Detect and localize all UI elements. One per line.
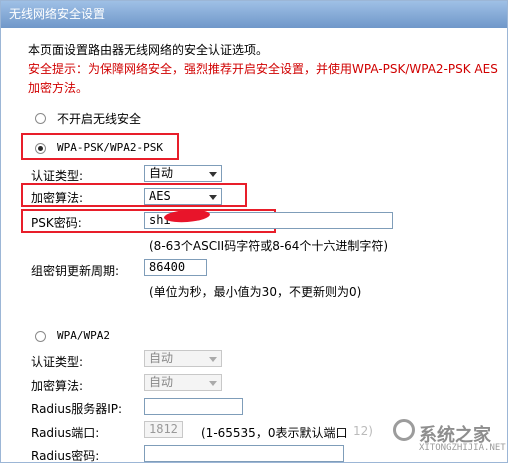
psk-encryption-select[interactable]: AES	[144, 188, 222, 205]
radius-port-input[interactable]: 1812	[144, 421, 183, 438]
chevron-down-icon	[209, 381, 217, 386]
psk-auth-type-label: 认证类型:	[31, 169, 84, 183]
radius-port-hint: (1-65535，0表示默认端口	[201, 426, 348, 440]
wpa-encryption-select[interactable]: 自动	[144, 374, 222, 391]
psk-auth-type-value: 自动	[149, 166, 174, 180]
radius-password-label: Radius密码:	[31, 449, 100, 463]
radio-wpa-psk[interactable]	[35, 143, 46, 154]
wpa-auth-type-select[interactable]: 自动	[144, 350, 222, 367]
intro-text: 本页面设置路由器无线网络的安全认证选项。	[28, 43, 269, 57]
wpa-label: WPA/WPA2	[57, 329, 110, 342]
psk-encryption-value: AES	[149, 189, 171, 203]
wpa-psk-label: WPA-PSK/WPA2-PSK	[57, 141, 163, 154]
security-tip-line2: 加密方法。	[28, 81, 89, 95]
psk-auth-type-select[interactable]: 自动	[144, 165, 222, 182]
chevron-down-icon	[209, 195, 217, 200]
rekey-period-label: 组密钥更新周期:	[31, 264, 120, 278]
chevron-down-icon	[209, 172, 217, 177]
wpa-auth-type-value: 自动	[149, 351, 174, 365]
radio-security-off[interactable]	[35, 113, 46, 124]
radius-password-input[interactable]	[144, 445, 344, 462]
rekey-period-hint: (单位为秒，最小值为30，不更新则为0)	[149, 285, 362, 299]
radio-wpa[interactable]	[35, 331, 46, 342]
wpa-encryption-label: 加密算法:	[31, 379, 84, 393]
wpa-auth-type-label: 认证类型:	[31, 355, 84, 369]
panel-title: 无线网络安全设置	[1, 1, 507, 28]
rekey-period-input[interactable]: 86400	[144, 259, 207, 276]
security-tip-line1: 安全提示：为保障网络安全，强烈推荐开启安全设置，并使用WPA-PSK/WPA2-…	[28, 62, 498, 76]
watermark-logo-icon	[393, 419, 415, 441]
radius-port-hint-tail: 12)	[353, 424, 373, 438]
radius-port-label: Radius端口:	[31, 426, 100, 440]
psk-encryption-label: 加密算法:	[31, 191, 84, 205]
security-off-label: 不开启无线安全	[57, 112, 142, 126]
psk-password-hint: (8-63个ASCII码字符或8-64个十六进制字符)	[149, 239, 389, 253]
wpa-encryption-value: 自动	[149, 375, 174, 389]
watermark-subtext: XITONGZHIJIA.NET	[419, 443, 506, 453]
rekey-period-value: 86400	[149, 260, 186, 274]
psk-password-label: PSK密码:	[31, 216, 82, 230]
radius-port-value: 1812	[149, 422, 178, 436]
chevron-down-icon	[209, 357, 217, 362]
radius-ip-input[interactable]	[144, 398, 243, 415]
radius-ip-label: Radius服务器IP:	[31, 402, 123, 416]
settings-panel: 无线网络安全设置 本页面设置路由器无线网络的安全认证选项。 安全提示：为保障网络…	[0, 0, 508, 463]
